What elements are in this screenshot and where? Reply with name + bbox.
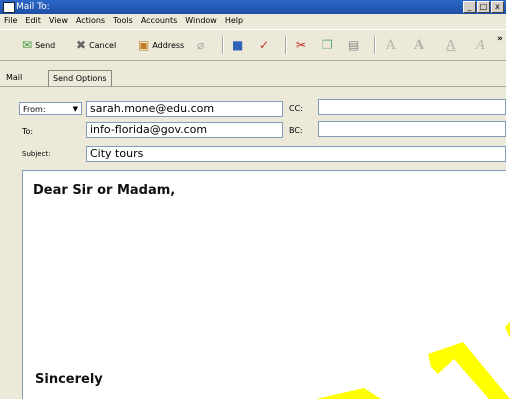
send-icon: ✉	[22, 38, 33, 52]
compose-tabs: Mail Send Options	[0, 59, 506, 87]
italic-icon: A	[476, 37, 486, 53]
copy-icon: ❐	[322, 38, 333, 52]
menu-tools[interactable]: Tools	[109, 14, 137, 28]
to-field[interactable]: info-florida@gov.com	[86, 122, 283, 138]
menu-edit[interactable]: Edit	[21, 14, 45, 28]
message-body[interactable]: Dear Sir or Madam, Sincerely	[22, 170, 506, 399]
subject-label: Subject:	[22, 150, 51, 158]
copy-button[interactable]: ❐	[322, 36, 336, 54]
toolbar: ✉ Send ✖ Cancel ▣ Address ⌀ ■ ✓ ✂ ❐ ▤ A …	[0, 29, 506, 61]
send-button[interactable]: ✉ Send	[22, 36, 55, 54]
bold-button[interactable]: A	[414, 36, 424, 54]
spellcheck-button[interactable]: ✓	[259, 36, 272, 54]
font-color-icon: A	[386, 37, 396, 53]
from-label: From:	[23, 105, 46, 114]
cancel-icon: ✖	[76, 38, 87, 52]
italic-button[interactable]: A	[476, 36, 485, 54]
subject-field[interactable]: City tours	[86, 146, 506, 162]
menu-accounts[interactable]: Accounts	[137, 14, 181, 28]
toolbar-separator	[222, 36, 224, 54]
message-closing: Sincerely	[35, 372, 103, 387]
chevron-right-double-icon: »	[497, 34, 503, 44]
menu-file[interactable]: File	[0, 14, 21, 28]
mail-app-icon	[3, 2, 15, 13]
menu-actions[interactable]: Actions	[72, 14, 109, 28]
chevron-down-icon: ▼	[72, 105, 78, 113]
save-icon: ■	[232, 38, 244, 52]
menu-view[interactable]: View	[45, 14, 72, 28]
close-button[interactable]: x	[491, 1, 504, 13]
maximize-button[interactable]: □	[477, 1, 490, 13]
underline-button[interactable]: A	[446, 36, 455, 54]
toolbar-overflow-button[interactable]: »	[497, 30, 503, 48]
address-label: Address	[152, 40, 185, 50]
from-dropdown[interactable]: From: ▼	[19, 102, 82, 115]
mail-compose-window: Mail To: _ □ x File Edit View Actions Tools A…	[0, 0, 506, 399]
toolbar-separator	[285, 36, 287, 54]
send-label: Send	[35, 40, 56, 50]
tab-mail[interactable]: Mail	[2, 70, 27, 86]
address-button[interactable]: ▣ Address	[138, 36, 184, 54]
minimize-button[interactable]: _	[463, 1, 476, 13]
from-field[interactable]: sarah.mone@edu.com	[86, 101, 283, 117]
attach-button[interactable]: ⌀	[197, 36, 207, 54]
paste-button[interactable]: ▤	[348, 36, 362, 54]
title-bar[interactable]: Mail To: _ □ x	[0, 0, 506, 14]
save-button[interactable]: ■	[232, 36, 246, 54]
cc-field[interactable]	[318, 99, 506, 115]
message-greeting: Dear Sir or Madam,	[33, 183, 176, 198]
paperclip-icon: ⌀	[197, 38, 205, 52]
address-book-icon: ▣	[138, 38, 150, 52]
bc-field[interactable]	[318, 121, 506, 137]
paste-icon: ▤	[348, 38, 360, 52]
page-margin	[506, 0, 510, 399]
window-controls: _ □ x	[463, 1, 504, 13]
menu-window[interactable]: Window	[181, 14, 221, 28]
cancel-button[interactable]: ✖ Cancel	[76, 36, 116, 54]
window-title: Mail To:	[16, 2, 50, 12]
spellcheck-icon: ✓	[259, 38, 270, 52]
bold-icon: A	[414, 37, 425, 53]
to-label: To:	[22, 127, 34, 136]
tab-send-options[interactable]: Send Options	[48, 70, 112, 87]
menu-bar: File Edit View Actions Tools Accounts Window He…	[0, 14, 506, 28]
font-color-button[interactable]: A	[386, 36, 395, 54]
menu-help[interactable]: Help	[221, 14, 247, 28]
cancel-label: Cancel	[89, 40, 117, 50]
scissors-icon: ✂	[296, 38, 307, 52]
bc-label: BC:	[289, 126, 303, 135]
underline-icon: A	[446, 37, 456, 53]
toolbar-separator	[374, 36, 376, 54]
cut-button[interactable]: ✂	[296, 36, 309, 54]
cc-label: CC:	[289, 104, 303, 113]
